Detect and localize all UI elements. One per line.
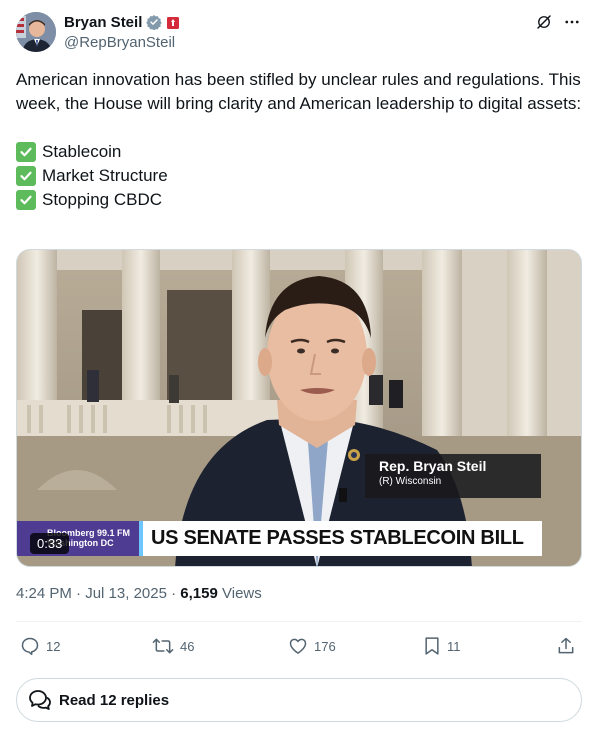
ticker-headline: US SENATE PASSES STABLECOIN BILL <box>139 521 542 556</box>
read-replies-label: Read 12 replies <box>59 691 170 709</box>
like-button[interactable]: 176 <box>288 632 336 660</box>
action-bar: 12 46 176 11 <box>16 632 582 660</box>
tweet-text: American innovation has been stifled by … <box>16 68 582 212</box>
reply-icon <box>21 637 39 656</box>
tweet-header: Bryan Steil @RepBryanSteil <box>16 12 582 52</box>
avatar[interactable] <box>16 12 56 52</box>
meta-separator: · <box>76 585 82 602</box>
lower-third-nameplate: Rep. Bryan Steil (R) Wisconsin <box>365 454 541 498</box>
lower-third-party: (R) Wisconsin <box>379 476 442 487</box>
bookmark-button[interactable]: 11 <box>423 632 461 660</box>
checklist-label: Stablecoin <box>42 142 122 161</box>
chat-bubbles-icon <box>29 690 51 710</box>
tweet-paragraph: American innovation has been stifled by … <box>16 70 582 113</box>
share-button[interactable] <box>556 632 582 660</box>
grok-icon[interactable] <box>534 12 554 32</box>
video-player[interactable]: Rep. Bryan Steil (R) Wisconsin Bloomberg… <box>16 249 582 567</box>
video-frame <box>17 250 581 566</box>
bookmark-icon <box>425 637 439 655</box>
divider <box>16 621 582 622</box>
lower-third-name: Rep. Bryan Steil <box>379 458 487 474</box>
read-replies-button[interactable]: Read 12 replies <box>16 678 582 722</box>
repost-button[interactable]: 46 <box>152 632 194 660</box>
news-ticker: Bloomberg 99.1 FM Washington DC US SENAT… <box>17 521 542 556</box>
check-mark-icon <box>16 166 36 186</box>
header-icons <box>534 12 582 32</box>
bookmark-count: 11 <box>447 638 461 654</box>
more-options-icon[interactable] <box>562 12 582 32</box>
reply-count: 12 <box>46 638 61 654</box>
views-count: 6,159 <box>180 585 218 602</box>
check-mark-icon <box>16 142 36 162</box>
check-mark-icon <box>16 190 36 210</box>
heart-icon <box>289 638 307 654</box>
views-label: Views <box>222 585 262 602</box>
congress-flag-icon <box>167 16 180 29</box>
repost-icon <box>152 638 174 654</box>
tweet-meta: 4:24 PM · Jul 13, 2025 · 6,159 Views <box>16 585 262 602</box>
video-duration: 0:33 <box>30 533 70 554</box>
author-name[interactable]: Bryan Steil <box>64 14 142 31</box>
checklist-label: Market Structure <box>42 166 168 185</box>
reply-button[interactable]: 12 <box>20 632 60 660</box>
like-count: 176 <box>314 638 336 654</box>
verified-badge-icon[interactable] <box>146 14 163 31</box>
tweet-date[interactable]: Jul 13, 2025 <box>85 585 167 602</box>
author-handle: @RepBryanSteil <box>64 34 176 51</box>
checklist-item: Stopping CBDC <box>16 188 582 212</box>
checklist-item: Stablecoin <box>16 140 582 164</box>
checklist-item: Market Structure <box>16 164 582 188</box>
checklist-label: Stopping CBDC <box>42 190 163 209</box>
share-icon <box>558 637 574 654</box>
author-names: Bryan Steil @RepBryanSteil <box>64 13 180 51</box>
tweet-time[interactable]: 4:24 PM <box>16 585 72 602</box>
repost-count: 46 <box>180 638 195 654</box>
meta-separator: · <box>171 585 177 602</box>
